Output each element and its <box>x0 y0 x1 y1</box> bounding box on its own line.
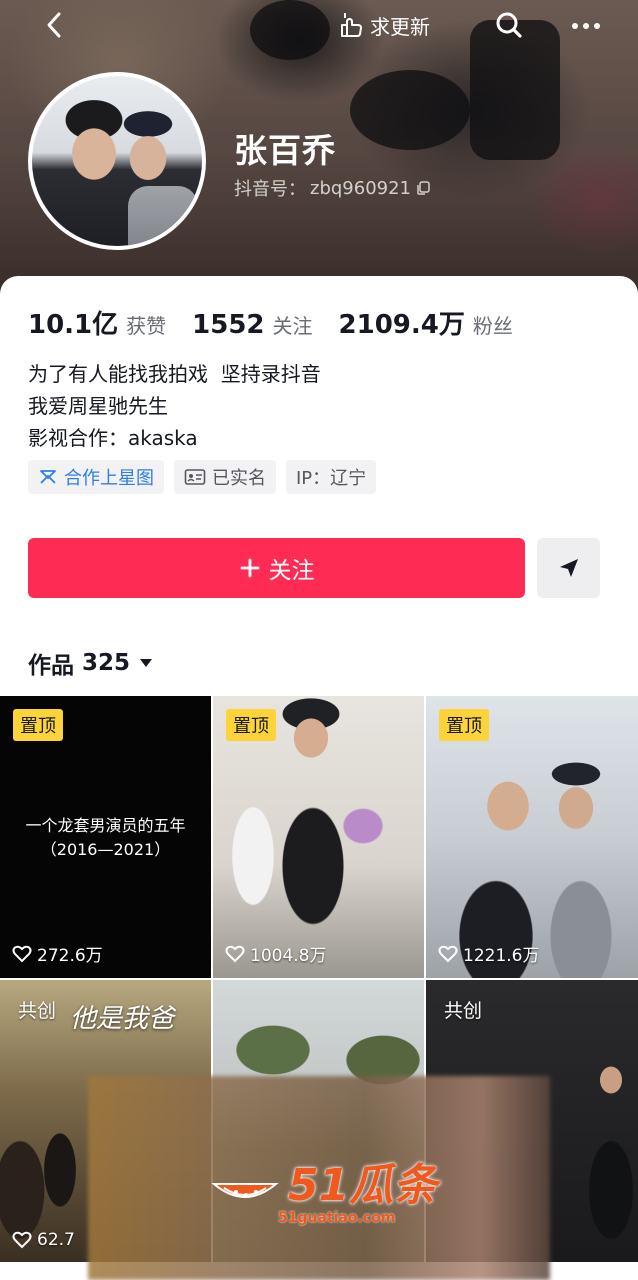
tag-star-map[interactable]: 合作上星图 <box>28 460 164 494</box>
stat-label: 关注 <box>272 314 313 338</box>
video-cover-text: 一个龙套男演员的五年 （2016—2021） <box>0 814 211 862</box>
pinned-badge: 置顶 <box>13 709 63 741</box>
bio-line: 我爱周星驰先生 <box>28 394 168 418</box>
stat-followers[interactable]: 2109.4万 粉丝 <box>339 304 513 341</box>
caret-down-icon <box>140 659 153 667</box>
video-tile[interactable]: 置顶 1004.8万 <box>213 696 424 978</box>
like-count-value: 1004.8万 <box>250 946 327 966</box>
profile-bio: 为了有人能找我拍戏 坚持录抖音 我爱周星驰先生 影视合作：akaska <box>28 358 321 454</box>
like-count-value: 272.6万 <box>37 946 103 966</box>
stat-value: 2109.4万 <box>338 310 465 340</box>
more-button[interactable] <box>566 12 606 40</box>
star-map-icon <box>40 470 56 484</box>
heart-icon <box>225 945 245 962</box>
share-button[interactable] <box>537 538 600 598</box>
douyin-id-value: zbq960921 <box>310 177 412 199</box>
watermark-brand: 51瓜条 <box>288 1160 438 1211</box>
video-tile[interactable]: 置顶 一个龙套男演员的五年 （2016—2021） 272.6万 <box>0 696 211 978</box>
douyin-id-label: 抖音号： <box>234 179 306 200</box>
request-update-label: 求更新 <box>370 14 430 39</box>
stat-value: 10.1亿 <box>28 310 119 340</box>
chevron-left-icon <box>47 12 61 38</box>
like-count: 272.6万 <box>12 941 103 966</box>
hand-point-icon <box>341 13 362 37</box>
camera-shape <box>350 70 470 150</box>
tag-verified[interactable]: 已实名 <box>174 460 276 494</box>
stat-following[interactable]: 1552 关注 <box>192 310 312 340</box>
profile-name: 张百乔 <box>234 131 336 170</box>
like-count-value: 62.7 <box>37 1230 75 1250</box>
pinned-badge: 置顶 <box>226 709 276 741</box>
watermark-url: 51guatiao.com <box>278 1210 396 1226</box>
works-count: 325 <box>82 650 131 676</box>
more-dot-icon <box>594 23 600 29</box>
search-icon <box>496 12 522 38</box>
heart-icon <box>12 1231 32 1249</box>
follow-label: 关注 <box>268 558 315 584</box>
tag-label: IP：辽宁 <box>296 468 367 489</box>
melon-logo-icon <box>211 1183 279 1198</box>
profile-tags: 合作上星图 已实名 IP：辽宁 <box>28 460 377 494</box>
like-count: 1004.8万 <box>225 941 326 966</box>
more-dot-icon <box>583 23 589 29</box>
like-count: 62.7 <box>12 1230 75 1250</box>
id-card-icon <box>184 469 206 485</box>
cocreate-badge: 共创 <box>444 1000 483 1022</box>
back-button[interactable] <box>38 8 72 42</box>
cover-text-line: 一个龙套男演员的五年 <box>25 816 186 835</box>
follow-button[interactable]: 关注 <box>28 538 525 598</box>
like-count: 1221.6万 <box>438 941 539 966</box>
tag-label: 合作上星图 <box>64 468 154 489</box>
tag-ip: IP：辽宁 <box>286 460 377 494</box>
works-label: 作品 <box>28 653 74 679</box>
bio-line: 影视合作：akaska <box>28 426 198 450</box>
search-button[interactable] <box>492 8 526 42</box>
douyin-id[interactable]: 抖音号： zbq960921 <box>234 175 431 201</box>
avatar[interactable] <box>28 72 206 250</box>
stat-likes[interactable]: 10.1亿 获赞 <box>28 304 166 341</box>
copy-icon[interactable] <box>415 180 431 196</box>
tag-label: 已实名 <box>212 468 266 489</box>
request-update-button[interactable]: 求更新 <box>336 8 430 42</box>
more-dot-icon <box>572 23 578 29</box>
heart-icon <box>438 945 458 962</box>
stat-label: 粉丝 <box>472 314 513 338</box>
top-bar: 求更新 <box>0 0 638 52</box>
cocreate-badge: 共创 <box>18 1000 57 1022</box>
pinned-badge: 置顶 <box>439 709 489 741</box>
stat-value: 1552 <box>192 310 265 340</box>
video-tile[interactable]: 置顶 1221.6万 <box>426 696 638 978</box>
works-header[interactable]: 作品 325 <box>28 646 154 680</box>
stat-label: 获赞 <box>126 314 167 338</box>
watermark: 51瓜条 51guatiao.com <box>210 1160 438 1226</box>
like-count-value: 1221.6万 <box>463 946 540 966</box>
cover-text-line: （2016—2021） <box>40 840 171 859</box>
video-cover-title: 他是我爸 <box>70 1004 175 1034</box>
send-icon <box>559 559 578 577</box>
heart-icon <box>12 945 32 962</box>
profile-stats: 10.1亿 获赞 1552 关注 2109.4万 粉丝 <box>28 304 539 341</box>
plus-icon <box>240 558 259 578</box>
bio-line: 为了有人能找我拍戏 坚持录抖音 <box>28 362 321 386</box>
